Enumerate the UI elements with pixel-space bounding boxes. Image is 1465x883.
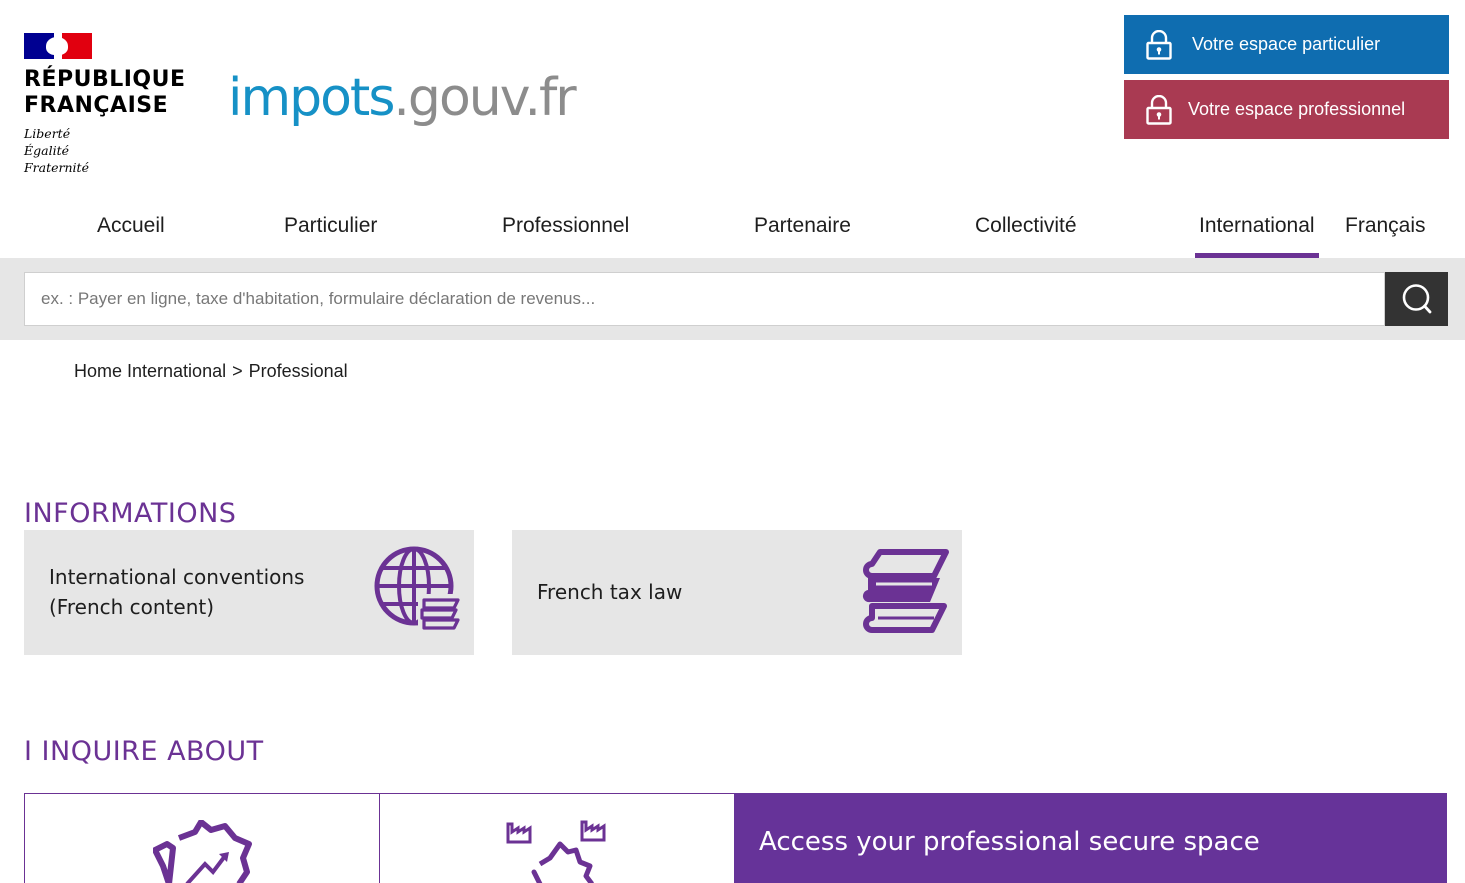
- card-international-conventions[interactable]: International conventions (French conten…: [24, 530, 474, 655]
- republique-francaise-logo[interactable]: RÉPUBLIQUE FRANÇAISE Liberté Égalité Fra…: [24, 33, 194, 176]
- tile-companies-in-france[interactable]: [379, 793, 735, 883]
- card-label: French tax law: [537, 580, 683, 604]
- france-map-growth-icon: [153, 820, 252, 883]
- search-input[interactable]: [24, 272, 1385, 326]
- rf-name-line2: FRANÇAISE: [24, 93, 169, 118]
- logo-part-impots: impots: [228, 68, 395, 128]
- rf-motto-egalite: Égalité: [24, 143, 69, 158]
- card-french-tax-law[interactable]: French tax law: [512, 530, 962, 655]
- main-nav: Accueil Particulier Professionnel Parten…: [0, 198, 1465, 258]
- globe-books-icon: [374, 546, 460, 632]
- breadcrumb-home-link[interactable]: Home International: [74, 361, 226, 381]
- breadcrumb-current: Professional: [248, 361, 348, 381]
- informations-heading: INFORMATIONS: [24, 498, 237, 529]
- espace-particulier-label: Votre espace particulier: [1192, 34, 1381, 54]
- espace-professionnel-button[interactable]: Votre espace professionnel: [1124, 80, 1449, 139]
- professional-secure-space-tile[interactable]: Access your professional secure space: [734, 793, 1447, 883]
- card-label: International conventions (French conten…: [49, 562, 304, 622]
- nav-item-collectivite[interactable]: Collectivité: [975, 198, 1077, 258]
- lock-icon: [1146, 94, 1172, 125]
- rf-motto: Liberté Égalité Fraternité: [24, 125, 194, 176]
- card-label-line1: International conventions: [49, 565, 305, 589]
- card-label-line2: (French content): [49, 595, 215, 619]
- rf-name-line1: RÉPUBLIQUE: [24, 67, 186, 92]
- breadcrumb: Home International > Professional: [74, 361, 348, 382]
- france-map-factories-icon: [506, 820, 606, 883]
- search-icon: [1402, 284, 1431, 314]
- nav-item-particulier[interactable]: Particulier: [284, 198, 377, 258]
- search-button[interactable]: [1385, 272, 1448, 326]
- language-selector[interactable]: Français: [1345, 198, 1426, 258]
- nav-item-accueil[interactable]: Accueil: [97, 198, 165, 258]
- impots-gouv-logo[interactable]: impots.gouv.fr: [228, 66, 577, 130]
- nav-item-professionnel[interactable]: Professionnel: [502, 198, 629, 258]
- breadcrumb-separator: >: [232, 361, 243, 381]
- nav-item-partenaire[interactable]: Partenaire: [754, 198, 851, 258]
- books-stack-icon: [862, 549, 949, 633]
- rf-motto-fraternite: Fraternité: [24, 160, 89, 175]
- inquire-heading: I INQUIRE ABOUT: [24, 736, 264, 767]
- rf-name: RÉPUBLIQUE FRANÇAISE: [24, 67, 194, 119]
- professional-secure-space-label: Access your professional secure space: [759, 827, 1260, 857]
- site-header: RÉPUBLIQUE FRANÇAISE Liberté Égalité Fra…: [0, 0, 1465, 190]
- search-band: [0, 258, 1465, 340]
- tile-setting-up-business[interactable]: [24, 793, 380, 883]
- logo-part-gouv: .gouv.fr: [393, 68, 576, 128]
- espace-professionnel-label: Votre espace professionnel: [1188, 99, 1406, 119]
- lock-icon: [1146, 29, 1172, 60]
- rf-motto-liberte: Liberté: [24, 126, 71, 141]
- marianne-flag-icon: [24, 33, 92, 59]
- nav-item-international[interactable]: International: [1195, 198, 1319, 258]
- espace-particulier-button[interactable]: Votre espace particulier: [1124, 15, 1449, 74]
